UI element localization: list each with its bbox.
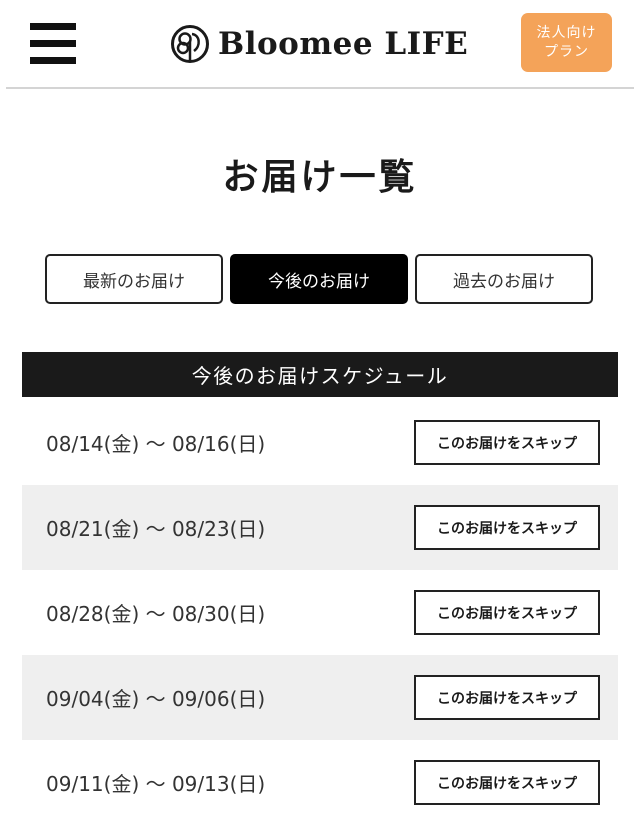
skip-delivery-button[interactable]: このお届けをスキップ bbox=[414, 420, 600, 465]
schedule-row: 09/11(金) 〜 09/13(日) このお届けをスキップ bbox=[22, 740, 618, 825]
delivery-date-range: 08/14(金) 〜 08/16(日) bbox=[46, 432, 266, 456]
tab-past-delivery[interactable]: 過去のお届け bbox=[415, 254, 593, 304]
header-divider bbox=[6, 87, 634, 89]
site-logo[interactable]: Bloomee LIFE bbox=[170, 22, 468, 66]
corporate-plan-label-line2: プラン bbox=[544, 43, 589, 60]
tab-upcoming-delivery[interactable]: 今後のお届け bbox=[230, 254, 408, 304]
skip-delivery-button[interactable]: このお届けをスキップ bbox=[414, 675, 600, 720]
hamburger-menu-icon[interactable] bbox=[30, 22, 76, 66]
schedule-row: 08/21(金) 〜 08/23(日) このお届けをスキップ bbox=[22, 485, 618, 570]
delivery-date-range: 08/21(金) 〜 08/23(日) bbox=[46, 517, 266, 541]
skip-delivery-button[interactable]: このお届けをスキップ bbox=[414, 590, 600, 635]
corporate-plan-button[interactable]: 法人向け プラン bbox=[521, 13, 612, 72]
page-title: お届け一覧 bbox=[222, 156, 418, 198]
skip-delivery-button[interactable]: このお届けをスキップ bbox=[414, 505, 600, 550]
schedule-row: 09/04(金) 〜 09/06(日) このお届けをスキップ bbox=[22, 655, 618, 740]
skip-delivery-button[interactable]: このお届けをスキップ bbox=[414, 760, 600, 805]
delivery-date-range: 08/28(金) 〜 08/30(日) bbox=[46, 602, 266, 626]
site-header: Bloomee LIFE 法人向け プラン bbox=[0, 0, 640, 88]
logo-text: Bloomee LIFE bbox=[218, 26, 469, 62]
schedule-row: 08/14(金) 〜 08/16(日) このお届けをスキップ bbox=[22, 400, 618, 485]
schedule-section-title: 今後のお届けスケジュール bbox=[22, 352, 618, 397]
delivery-date-range: 09/04(金) 〜 09/06(日) bbox=[46, 687, 266, 711]
tab-latest-delivery[interactable]: 最新のお届け bbox=[45, 254, 223, 304]
corporate-plan-label-line1: 法人向け bbox=[536, 24, 597, 41]
bloomee-logo-icon bbox=[171, 25, 209, 63]
schedule-row: 08/28(金) 〜 08/30(日) このお届けをスキップ bbox=[22, 570, 618, 655]
delivery-date-range: 09/11(金) 〜 09/13(日) bbox=[46, 772, 266, 796]
